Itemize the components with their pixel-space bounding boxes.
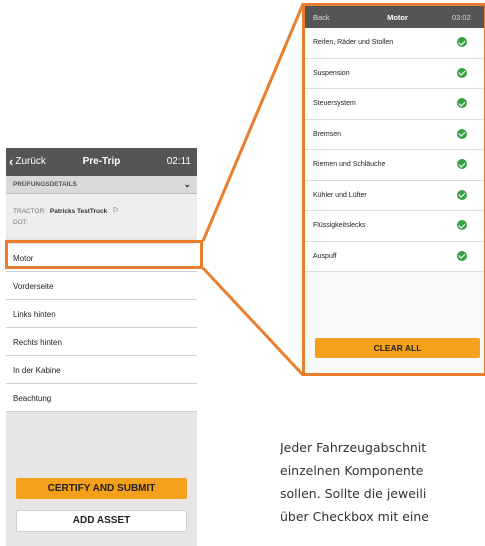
section-label: PRÜFUNGSDETAILS xyxy=(13,181,77,188)
component-item[interactable]: Flüssigkeitslecks xyxy=(305,211,484,242)
caption-line: über Checkbox mit eine xyxy=(280,509,429,524)
check-circle-icon[interactable] xyxy=(457,37,467,47)
component-item[interactable]: Kühler und Lüfter xyxy=(305,180,484,211)
motor-detail-screen: Back Motor 03:02 Reifen, Räder und Stoll… xyxy=(302,3,485,376)
component-label: Kühler und Lüfter xyxy=(313,191,367,199)
check-circle-icon[interactable] xyxy=(457,220,467,230)
section-item-links-hinten[interactable]: Links hinten xyxy=(6,300,197,328)
tractor-label: TRACTOR: xyxy=(13,208,47,215)
chevron-down-icon[interactable]: ⌄ xyxy=(183,179,191,190)
check-circle-icon[interactable] xyxy=(457,189,467,200)
dot-label: DOT: xyxy=(13,219,28,226)
timer: 02:11 xyxy=(166,156,191,167)
section-item-in-der-kabine[interactable]: In der Kabine xyxy=(6,356,197,384)
component-item[interactable]: Suspension xyxy=(305,58,484,89)
component-label: Suspension xyxy=(313,69,350,77)
tractor-value: Patricks TestTruck xyxy=(49,208,108,215)
check-circle-icon[interactable] xyxy=(457,98,467,108)
tractor-line: TRACTOR: Patricks TestTruck ⚐ xyxy=(13,206,197,215)
connector-line-top xyxy=(201,3,305,242)
component-label: Auspuff xyxy=(313,252,337,260)
component-label: Riemen und Schläuche xyxy=(313,161,386,168)
connector-line-bottom xyxy=(201,266,305,377)
left-header-bar: ‹ Zurück Pre-Trip 02:11 xyxy=(6,148,197,176)
component-item[interactable]: Steuersystem xyxy=(305,89,484,120)
section-list: Motor Vorderseite Links hinten Rechts hi… xyxy=(6,244,197,412)
certify-and-submit-button[interactable]: CERTIFY AND SUBMIT xyxy=(16,478,187,499)
clear-all-button[interactable]: CLEAR ALL xyxy=(315,338,480,358)
caption-line: einzelnen Komponente xyxy=(280,463,424,478)
component-label: Bremsen xyxy=(313,130,342,138)
component-item[interactable]: Riemen und Schläuche xyxy=(305,150,484,181)
pre-trip-screen: ‹ Zurück Pre-Trip 02:11 PRÜFUNGSDETAILS … xyxy=(6,148,197,546)
check-circle-icon[interactable] xyxy=(457,67,467,78)
component-item[interactable]: Reifen, Räder und Stollen xyxy=(305,28,484,59)
component-item[interactable]: Bremsen xyxy=(305,119,484,150)
flag-icon[interactable]: ⚐ xyxy=(112,206,119,215)
caption-line: Jeder Fahrzeugabschnit xyxy=(280,440,427,455)
vehicle-info: TRACTOR: Patricks TestTruck ⚐ DOT: xyxy=(6,194,197,237)
component-label: Steuersystem xyxy=(313,100,356,107)
component-list: Reifen, Räder und Stollen Suspension Ste… xyxy=(305,28,484,272)
section-item-beachtung[interactable]: Beachtung xyxy=(6,384,197,412)
section-item-vorderseite[interactable]: Vorderseite xyxy=(6,272,197,300)
timer: 03:02 xyxy=(452,13,471,22)
motor-highlight-frame xyxy=(5,240,203,269)
check-circle-icon[interactable] xyxy=(457,159,467,169)
section-item-rechts-hinten[interactable]: Rechts hinten xyxy=(6,328,197,356)
caption-line: sollen. Sollte die jeweili xyxy=(280,486,427,501)
inspection-details-header[interactable]: PRÜFUNGSDETAILS ⌄ xyxy=(6,176,197,194)
component-item[interactable]: Auspuff xyxy=(305,241,484,272)
right-header-bar: Back Motor 03:02 xyxy=(305,6,484,28)
check-circle-icon[interactable] xyxy=(457,128,467,139)
component-label: Flüssigkeitslecks xyxy=(313,222,366,229)
add-asset-button[interactable]: ADD ASSET xyxy=(16,510,187,532)
component-label: Reifen, Räder und Stollen xyxy=(313,39,394,46)
check-circle-icon[interactable] xyxy=(457,250,467,261)
caption-text: Jeder Fahrzeugabschnit einzelnen Kompone… xyxy=(280,436,485,528)
